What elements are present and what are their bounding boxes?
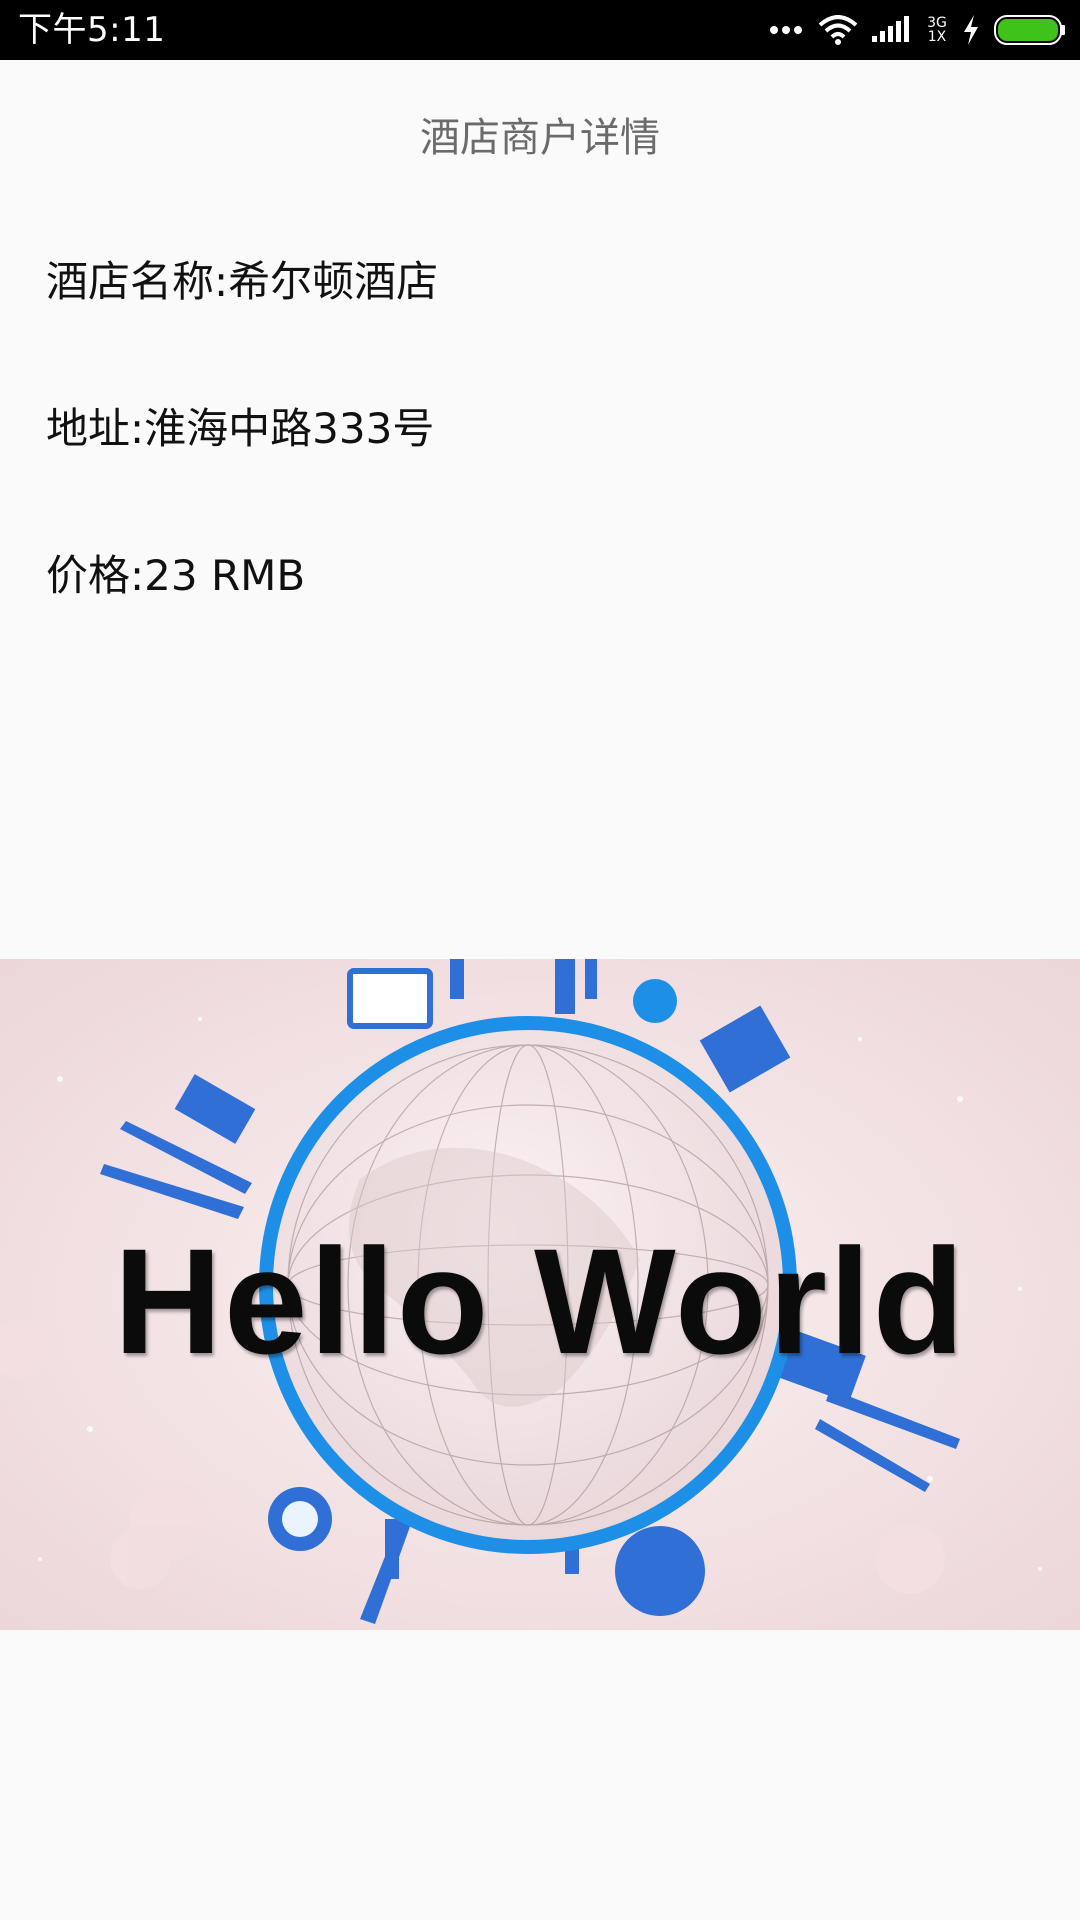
content-area: 酒店商户详情 酒店名称:希尔顿酒店 地址:淮海中路333号 价格:23 RMB [0,60,1080,1920]
charging-icon [962,15,980,45]
more-dots-icon [768,24,804,36]
status-time: 下午5:11 [18,10,166,50]
hello-world-banner: Hello World [0,959,1080,1630]
banner-hello-world-text: Hello World [113,1217,967,1385]
page-title: 酒店商户详情 [420,115,660,161]
hotel-name: 酒店名称:希尔顿酒店 [46,257,439,306]
network-type-top: 3G [927,15,947,31]
status-bar: 下午5:11 3G 1X [0,0,1080,60]
status-icons: 3G 1X [768,0,1066,60]
hotel-price: 价格:23 RMB [46,551,306,600]
wifi-icon [818,15,858,45]
network-type-label: 3G 1X [926,16,948,44]
battery-icon [994,14,1066,46]
signal-icon [872,16,912,44]
network-type-bottom: 1X [927,29,947,45]
hotel-address: 地址:淮海中路333号 [46,404,435,453]
battery-fill [998,19,1058,41]
